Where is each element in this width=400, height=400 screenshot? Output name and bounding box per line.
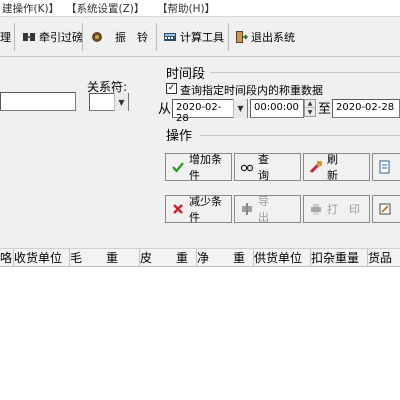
- to-date-value: 2020-02-28: [336, 102, 395, 113]
- group-divider: [210, 72, 400, 73]
- column-header[interactable]: 毛 重: [70, 249, 140, 267]
- time-range-title: 时间段: [166, 67, 206, 82]
- from-time-input[interactable]: 00:00:00: [250, 99, 304, 118]
- time-spinner[interactable]: ▲ ▼: [304, 99, 316, 117]
- toolbar-separator: [14, 23, 15, 51]
- column-header[interactable]: 扣杂重量: [311, 249, 368, 267]
- exit-icon: [234, 30, 249, 44]
- from-label: 从: [158, 102, 172, 117]
- group-divider: [200, 135, 400, 136]
- to-label: 至: [318, 102, 332, 117]
- column-header[interactable]: 收货单位: [14, 249, 70, 267]
- toolbar-label-exit: 退出系统: [251, 31, 295, 44]
- traction-icon: [22, 30, 36, 44]
- query-panel: 关系符: ▼ 时间段 ✓ 查询指定时间段内的称重数据 从 2020-02-28 …: [0, 58, 400, 248]
- toolbar-label-traction: 牵引过磅: [39, 31, 83, 44]
- edit-icon: [378, 202, 392, 216]
- menu-help[interactable]: 【帮助(H)】: [157, 1, 215, 16]
- add-condition-label: 增加条件: [189, 153, 222, 182]
- cross-icon: [171, 202, 185, 216]
- toolbar: 理 牵引过磅 振 铃 计算工具 退出系统: [0, 17, 400, 57]
- column-header[interactable]: 皮 重: [140, 249, 197, 267]
- toolbar-separator: [228, 23, 229, 51]
- calculator-icon: [163, 30, 177, 44]
- arrow-down-icon[interactable]: ▼: [305, 108, 315, 116]
- chevron-down-icon[interactable]: ▼: [114, 93, 128, 111]
- chevron-down-icon[interactable]: ▼: [233, 99, 247, 118]
- edit-button[interactable]: [372, 195, 400, 223]
- edit-doc-button[interactable]: [372, 153, 400, 181]
- menu-operation[interactable]: 建操作(K)】: [2, 1, 59, 16]
- from-date-input[interactable]: 2020-02-28 ▼: [172, 99, 248, 124]
- print-label: 打 印: [327, 203, 360, 216]
- refresh-label: 刷 新: [327, 153, 360, 182]
- remove-condition-button[interactable]: 减少条件: [165, 195, 232, 224]
- refresh-button[interactable]: 刷 新: [303, 153, 370, 182]
- edit-doc-icon: [378, 160, 392, 174]
- time-range-checkbox[interactable]: ✓: [166, 83, 177, 94]
- condition-value-input[interactable]: [0, 92, 76, 111]
- print-button[interactable]: 打 印: [303, 195, 370, 223]
- check-icon: [171, 160, 185, 174]
- export-button[interactable]: 导 出: [234, 195, 301, 224]
- from-time-value: 00:00:00: [254, 102, 299, 113]
- toolbar-label-bell: 振 铃: [115, 31, 148, 44]
- add-condition-button[interactable]: 增加条件: [165, 153, 232, 182]
- column-header[interactable]: 货品: [368, 249, 400, 267]
- column-header[interactable]: 净 重: [197, 249, 254, 267]
- column-header[interactable]: 供货单位: [254, 249, 311, 267]
- toolbar-button-manage[interactable]: 理: [0, 22, 11, 52]
- menu-bar: 建操作(K)】 【系统设置(Z)】 【帮助(H)】: [0, 0, 400, 17]
- arrow-up-icon[interactable]: ▲: [305, 100, 315, 108]
- relation-select[interactable]: ▼: [89, 93, 129, 111]
- toolbar-separator: [82, 23, 83, 51]
- remove-condition-label: 减少条件: [189, 195, 222, 224]
- toolbar-button-calculator[interactable]: 计算工具: [163, 22, 224, 52]
- toolbar-button-bell[interactable]: 振 铃: [90, 22, 148, 52]
- query-button[interactable]: 查 询: [234, 153, 301, 182]
- toolbar-separator: [156, 23, 157, 51]
- toolbar-label-calculator: 计算工具: [180, 31, 224, 44]
- time-range-checkbox-label: 查询指定时间段内的称重数据: [180, 84, 323, 97]
- toolbar-button-exit[interactable]: 退出系统: [234, 22, 295, 52]
- operations-title: 操作: [166, 129, 193, 144]
- toolbar-label-manage: 理: [0, 31, 11, 44]
- export-label: 导 出: [258, 195, 291, 224]
- column-header[interactable]: 咯: [0, 249, 14, 267]
- toolbar-button-traction[interactable]: 牵引过磅: [22, 22, 83, 52]
- query-label: 查 询: [258, 153, 291, 182]
- results-grid-header: 咯 收货单位 毛 重 皮 重 净 重 供货单位 扣杂重量 货品: [0, 248, 400, 267]
- to-date-input[interactable]: 2020-02-28: [332, 99, 400, 118]
- export-icon: [240, 202, 254, 216]
- menu-settings[interactable]: 【系统设置(Z)】: [66, 1, 144, 16]
- from-date-value: 2020-02-28: [176, 102, 222, 124]
- results-grid-body[interactable]: [0, 267, 400, 400]
- glasses-icon: [240, 160, 254, 174]
- refresh-icon: [309, 160, 323, 174]
- bell-icon: [90, 30, 104, 44]
- print-icon: [309, 202, 323, 216]
